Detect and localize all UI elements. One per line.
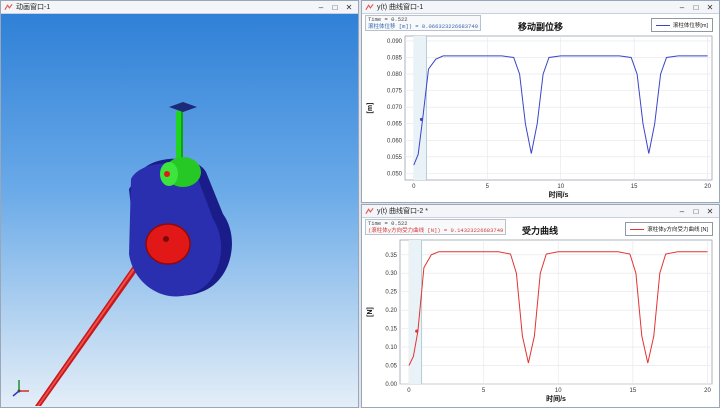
cursor-point bbox=[419, 117, 424, 122]
readout-value: (滚柱体y方向受力曲线 [N]) = 0.143232266837​49 bbox=[368, 227, 504, 234]
plot-title-1: 移动副位移 bbox=[518, 22, 564, 32]
y-tick-label: 0.055 bbox=[387, 155, 403, 161]
window-title: y(t) 曲线窗口-2 * bbox=[377, 208, 428, 215]
animation-window: 动画窗口-1 – □ ✕ bbox=[0, 0, 359, 408]
cam-hub-center bbox=[163, 236, 169, 242]
x-tick-label: 5 bbox=[482, 388, 486, 394]
x-tick-label: 20 bbox=[704, 388, 711, 394]
x-tick-label: 10 bbox=[555, 388, 562, 394]
cursor-readout-1: Time = 0.522 滚柱体位移 [m]) = 0.066323226683… bbox=[365, 15, 482, 31]
y-tick-label: 0.085 bbox=[387, 56, 403, 62]
legend-label: 滚柱体y方向受力曲线 [N] bbox=[647, 227, 708, 233]
y-tick-label: 0.35 bbox=[385, 253, 397, 259]
follower-top-plate[interactable] bbox=[169, 102, 197, 112]
y-tick-label: 0.065 bbox=[387, 122, 403, 128]
y-tick-label: 0.15 bbox=[385, 327, 397, 333]
chart-1[interactable]: 0.050 0.055 0.060 0.065 0.070 0.075 0.080 0.085… bbox=[362, 14, 719, 202]
mechanism-scene[interactable] bbox=[1, 14, 358, 407]
y-tick-label: 0.075 bbox=[387, 89, 403, 95]
x-tick-label: 0 bbox=[407, 388, 411, 394]
plot-title-2: 受力曲线 bbox=[522, 226, 559, 236]
y-tick-label: 0.00 bbox=[385, 382, 397, 388]
maximize-button[interactable]: □ bbox=[328, 2, 342, 14]
x-tick-label: 15 bbox=[630, 388, 637, 394]
curve-window-1: y(t) 曲线窗口-1 – □ ✕ 0.050 0.055 0.060 0.065 0.… bbox=[361, 0, 720, 203]
window-title: y(t) 曲线窗口-1 bbox=[377, 4, 424, 11]
x-axis-label: 时间/s bbox=[546, 394, 566, 403]
3d-viewport[interactable] bbox=[1, 14, 358, 407]
readout-time: Time = 0.522 bbox=[368, 16, 408, 23]
close-button[interactable]: ✕ bbox=[703, 2, 717, 14]
legend-swatch bbox=[630, 228, 645, 230]
x-tick-label: 15 bbox=[631, 184, 638, 190]
curve-window-1-titlebar[interactable]: y(t) 曲线窗口-1 – □ ✕ bbox=[362, 1, 719, 14]
y-tick-label: 0.20 bbox=[385, 308, 397, 314]
y-axis-label: [m] bbox=[367, 103, 374, 114]
maximize-button[interactable]: □ bbox=[689, 206, 703, 218]
axis-triad-icon bbox=[12, 380, 29, 397]
readout-time: Time = 0.522 bbox=[368, 220, 408, 227]
chart-app-icon bbox=[365, 207, 374, 214]
animation-window-titlebar[interactable]: 动画窗口-1 – □ ✕ bbox=[1, 1, 358, 14]
y-tick-label: 0.05 bbox=[385, 364, 397, 370]
y-tick-label: 0.090 bbox=[387, 39, 403, 45]
y-tick-label: 0.070 bbox=[387, 105, 403, 111]
cursor-point bbox=[415, 329, 419, 333]
y-tick-label: 0.050 bbox=[387, 171, 403, 177]
app-icon bbox=[4, 3, 13, 10]
legend-label: 滚柱体位移[m] bbox=[672, 23, 708, 29]
curve-window-2-titlebar[interactable]: y(t) 曲线窗口-2 * – □ ✕ bbox=[362, 205, 719, 218]
window-title: 动画窗口-1 bbox=[16, 4, 51, 11]
plot-area-1[interactable]: 0.050 0.055 0.060 0.065 0.070 0.075 0.080 0.085… bbox=[362, 14, 719, 202]
plot-area-2[interactable]: 0.00 0.05 0.10 0.15 0.20 0.25 0.30 0.35 0 5 10 15 20… bbox=[362, 218, 719, 407]
x-tick-label: 20 bbox=[704, 184, 711, 190]
y-tick-label: 0.30 bbox=[385, 271, 397, 277]
plot-frame bbox=[399, 239, 713, 385]
chart-2[interactable]: 0.00 0.05 0.10 0.15 0.20 0.25 0.30 0.35 0 5 10 15 20… bbox=[362, 218, 719, 407]
legend-swatch bbox=[655, 24, 670, 26]
legend-2: 滚柱体y方向受力曲线 [N] bbox=[625, 222, 713, 236]
x-axis-label: 时间/s bbox=[549, 190, 569, 199]
minimize-button[interactable]: – bbox=[675, 206, 689, 218]
readout-value: 滚柱体位移 [m]) = 0.0663232266837​49 bbox=[368, 23, 479, 30]
x-tick-label: 5 bbox=[486, 184, 490, 190]
y-tick-label: 0.080 bbox=[387, 72, 403, 78]
curve-window-2: y(t) 曲线窗口-2 * – □ ✕ 0.00 0.05 0.10 0.15 0.20… bbox=[361, 204, 720, 408]
close-button[interactable]: ✕ bbox=[703, 206, 717, 218]
y-tick-label: 0.25 bbox=[385, 290, 397, 296]
minimize-button[interactable]: – bbox=[675, 2, 689, 14]
y-tick-label: 0.10 bbox=[385, 345, 397, 351]
x-tick-label: 0 bbox=[412, 184, 416, 190]
roller-pin bbox=[164, 171, 170, 177]
cursor-readout-2: Time = 0.522 (滚柱体y方向受力曲线 [N]) = 0.143232… bbox=[365, 219, 507, 235]
close-button[interactable]: ✕ bbox=[342, 2, 356, 14]
minimize-button[interactable]: – bbox=[314, 2, 328, 14]
x-tick-label: 10 bbox=[557, 184, 564, 190]
chart-app-icon bbox=[365, 3, 374, 10]
legend-1: 滚柱体位移[m] bbox=[650, 18, 713, 32]
y-axis-label: [N] bbox=[367, 307, 374, 317]
cursor-band bbox=[413, 36, 427, 180]
y-tick-label: 0.060 bbox=[387, 138, 403, 144]
maximize-button[interactable]: □ bbox=[689, 2, 703, 14]
